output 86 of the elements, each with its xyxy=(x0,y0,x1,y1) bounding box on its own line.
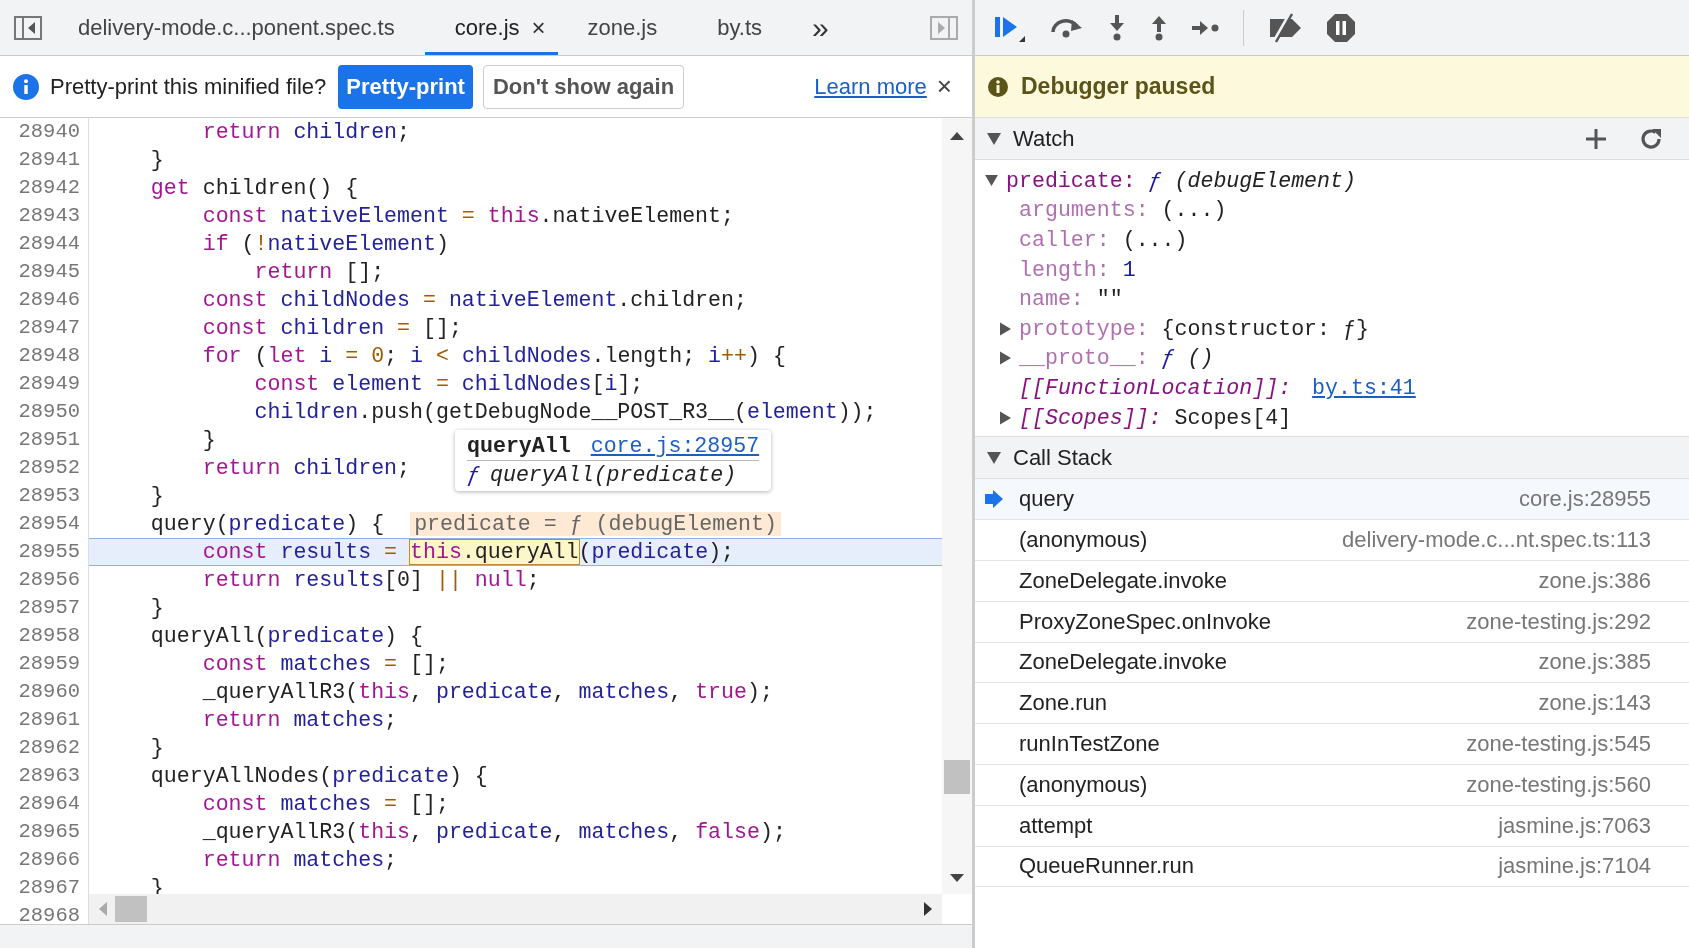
code-line: children.push(getDebugNode__POST_R3__(element)); xyxy=(253,399,877,426)
function-signature: queryAll(predicate) xyxy=(489,463,737,487)
scrollbar-thumb[interactable] xyxy=(944,760,970,794)
caret-icon xyxy=(987,451,1001,464)
code-line: const element = childNodes[i]; xyxy=(253,371,644,398)
code-line: return []; xyxy=(253,259,385,286)
call-stack-frame[interactable]: (anonymous) zone-testing.js:560 xyxy=(975,764,1689,806)
caret-icon[interactable] xyxy=(1000,321,1011,336)
info-icon xyxy=(987,75,1009,98)
file-tab[interactable]: delivery-mode.c...ponent.spec.ts xyxy=(48,0,425,55)
property-row[interactable]: length: 1 xyxy=(975,254,1689,285)
call-stack-frame[interactable]: query core.js:28955 xyxy=(975,479,1689,521)
property-row[interactable]: name: "" xyxy=(975,284,1689,314)
call-stack-section-header[interactable]: Call Stack xyxy=(975,437,1689,480)
close-tab-button[interactable]: × xyxy=(531,13,546,42)
horizontal-scrollbar[interactable] xyxy=(89,894,942,924)
more-tabs-button[interactable]: » xyxy=(792,10,849,45)
dont-show-again-button[interactable]: Don't show again xyxy=(482,64,685,109)
source-link[interactable]: by.ts:41 xyxy=(1312,375,1416,400)
panel-toggle-icon[interactable] xyxy=(930,15,958,40)
scroll-right-icon[interactable] xyxy=(924,902,934,916)
code-line: return matches; xyxy=(201,847,398,874)
code-line: } xyxy=(149,483,164,510)
info-icon xyxy=(12,72,40,101)
code-line: const childNodes = nativeElement.children; xyxy=(201,287,747,314)
caret-icon[interactable] xyxy=(985,175,998,187)
debugger-status: Debugger paused xyxy=(1021,73,1216,100)
function-symbol: ƒ xyxy=(467,463,480,487)
property-row[interactable]: [[FunctionLocation]]: by.ts:41 xyxy=(975,373,1689,403)
call-stack-frame[interactable]: runInTestZone zone-testing.js:545 xyxy=(975,724,1689,765)
refresh-icon[interactable] xyxy=(1639,126,1663,151)
banner-message: Pretty-print this minified file? xyxy=(50,73,327,100)
property-row[interactable]: caller: (...) xyxy=(975,225,1689,255)
call-stack-frame[interactable]: ProxyZoneSpec.onInvoke zone-testing.js:292 xyxy=(975,601,1689,643)
add-icon[interactable] xyxy=(1585,127,1607,150)
code-line: get children() { xyxy=(149,175,359,202)
call-stack-frame[interactable]: QueueRunner.run jasmine.js:7104 xyxy=(975,846,1689,888)
code-line: } xyxy=(149,595,164,622)
call-stack-frame[interactable]: Zone.run zone.js:143 xyxy=(975,683,1689,725)
step-into-icon[interactable] xyxy=(1107,13,1127,42)
code-line: if (!nativeElement) xyxy=(201,231,449,258)
source-link[interactable]: core.js:28957 xyxy=(590,434,760,458)
code-line: const matches = []; xyxy=(201,651,449,678)
caret-icon xyxy=(987,132,1001,145)
code-line: } xyxy=(201,427,216,454)
code-line: queryAllNodes(predicate) { xyxy=(149,763,488,790)
vertical-scrollbar[interactable] xyxy=(942,118,972,894)
file-tab[interactable]: by.ts xyxy=(687,0,793,55)
code-line: _queryAllR3(this, predicate, matches, true); xyxy=(201,679,773,706)
code-line: query(predicate) { predicate = ƒ (debugElement) xyxy=(89,510,781,538)
code-line: const nativeElement = this.nativeElement; xyxy=(201,203,734,230)
call-stack-frame[interactable]: (anonymous) delivery-mode.c...nt.spec.ts:113 xyxy=(975,520,1689,561)
code-line: return results[0] || null; xyxy=(201,567,540,594)
watch-expression[interactable]: predicate: ƒ (debugElement) xyxy=(975,166,1689,196)
property-row[interactable]: __proto__: ƒ () xyxy=(975,343,1689,374)
code-line: const matches = []; xyxy=(201,791,449,818)
pause-icon[interactable] xyxy=(1326,12,1356,43)
code-line: return children; xyxy=(201,455,411,482)
caret-icon[interactable] xyxy=(1000,351,1011,366)
sidebar-toggle-icon[interactable] xyxy=(14,15,42,40)
pretty-print-button[interactable]: Pretty-print xyxy=(338,64,473,109)
property-row[interactable]: arguments: (...) xyxy=(975,195,1689,226)
call-stack-frame[interactable]: attempt jasmine.js:7063 xyxy=(975,805,1689,847)
close-button[interactable]: × xyxy=(936,71,952,102)
caret-icon[interactable] xyxy=(1000,410,1011,425)
property-row[interactable]: [[Scopes]]: Scopes[4] xyxy=(975,402,1689,433)
code-line: const children = []; xyxy=(201,315,462,342)
code-line: return matches; xyxy=(201,707,398,734)
scroll-up-icon[interactable] xyxy=(950,130,964,140)
code-line: } xyxy=(149,735,164,762)
code-line: for (let i = 0; i < childNodes.length; i++) { xyxy=(201,343,786,370)
tooltip-title: queryAll xyxy=(467,434,571,458)
file-tab[interactable]: zone.js xyxy=(557,0,688,55)
call-stack-frame[interactable]: ZoneDelegate.invoke zone.js:385 xyxy=(975,642,1689,684)
code-line: } xyxy=(149,147,164,174)
current-frame-arrow-icon xyxy=(985,490,1003,509)
code-line: queryAll(predicate) { xyxy=(149,623,423,650)
code-line: return children; xyxy=(201,119,411,146)
watch-section-header[interactable]: Watch xyxy=(975,118,1689,160)
scroll-down-icon[interactable] xyxy=(950,874,964,884)
learn-more-link[interactable]: Learn more xyxy=(814,73,927,100)
property-row[interactable]: prototype: {constructor: ƒ} xyxy=(975,313,1689,344)
call-stack-frame[interactable]: ZoneDelegate.invoke zone.js:386 xyxy=(975,560,1689,602)
code-line: _queryAllR3(this, predicate, matches, false); xyxy=(201,819,786,846)
file-tab[interactable]: core.js × xyxy=(424,0,558,55)
scrollbar-thumb[interactable] xyxy=(115,896,147,922)
